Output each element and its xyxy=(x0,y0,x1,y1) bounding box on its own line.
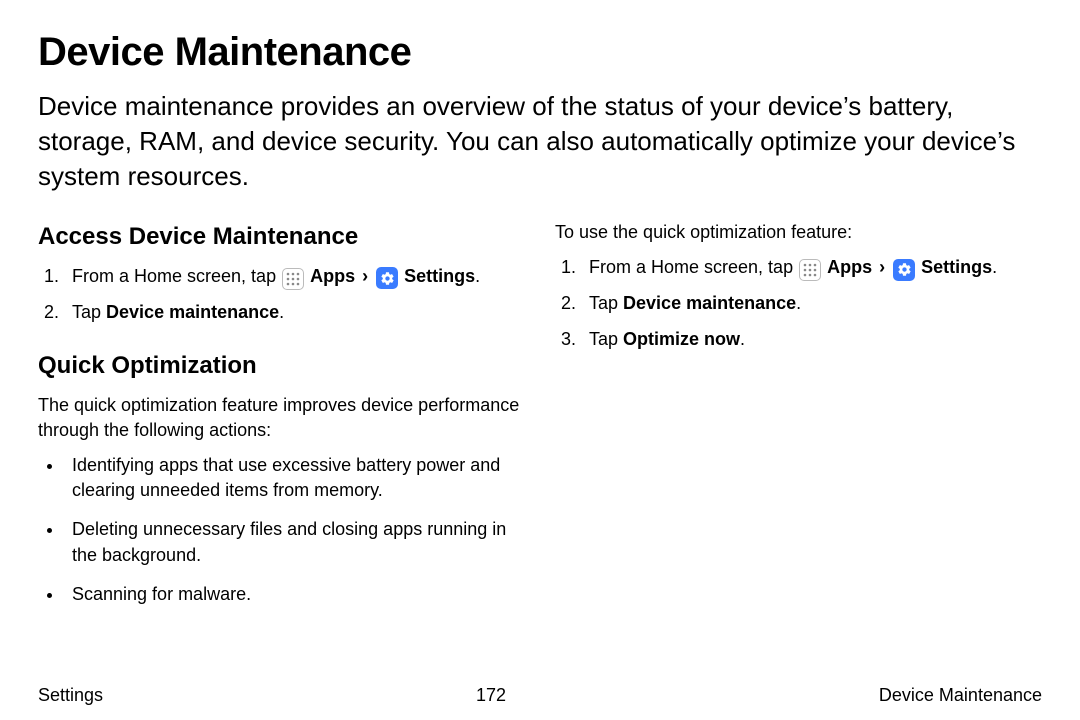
bullet-item: Identifying apps that use excessive batt… xyxy=(64,453,525,503)
intro-paragraph: Device maintenance provides an overview … xyxy=(38,89,1042,194)
quick-heading: Quick Optimization xyxy=(38,349,525,383)
right-step-1: From a Home screen, tap Apps › Settings. xyxy=(581,255,1042,281)
text: From a Home screen, tap xyxy=(72,266,281,286)
settings-label: Settings xyxy=(921,257,992,277)
right-lead: To use the quick optimization feature: xyxy=(555,220,1042,245)
right-step-2: Tap Device maintenance. xyxy=(581,291,1042,316)
text: Tap xyxy=(589,329,623,349)
apps-icon xyxy=(799,259,821,281)
text: . xyxy=(475,266,480,286)
chevron-right-icon: › xyxy=(362,266,368,286)
access-step-1: From a Home screen, tap Apps › Settings. xyxy=(64,264,525,290)
settings-label: Settings xyxy=(404,266,475,286)
text: . xyxy=(796,293,801,313)
settings-icon xyxy=(376,267,398,289)
left-column: Access Device Maintenance From a Home sc… xyxy=(38,220,525,631)
text: Device maintenance xyxy=(106,302,279,322)
quick-intro: The quick optimization feature improves … xyxy=(38,393,525,443)
text: . xyxy=(279,302,284,322)
access-heading: Access Device Maintenance xyxy=(38,220,525,254)
right-column: To use the quick optimization feature: F… xyxy=(555,220,1042,631)
apps-label: Apps xyxy=(310,266,355,286)
text: . xyxy=(740,329,745,349)
access-step-2: Tap Device maintenance. xyxy=(64,300,525,325)
apps-icon xyxy=(282,268,304,290)
apps-label: Apps xyxy=(827,257,872,277)
page-number: 172 xyxy=(476,685,506,706)
bullet-item: Scanning for malware. xyxy=(64,582,525,607)
footer-left: Settings xyxy=(38,685,103,706)
right-step-3: Tap Optimize now. xyxy=(581,327,1042,352)
bullet-item: Deleting unnecessary files and closing a… xyxy=(64,517,525,567)
text: From a Home screen, tap xyxy=(589,257,798,277)
text: Optimize now xyxy=(623,329,740,349)
footer-right: Device Maintenance xyxy=(879,685,1042,706)
page-footer: Settings 172 Device Maintenance xyxy=(38,685,1042,706)
settings-icon xyxy=(893,259,915,281)
chevron-right-icon: › xyxy=(879,257,885,277)
text: Tap xyxy=(589,293,623,313)
text: Tap xyxy=(72,302,106,322)
text: . xyxy=(992,257,997,277)
content-columns: Access Device Maintenance From a Home sc… xyxy=(38,220,1042,631)
text: Device maintenance xyxy=(623,293,796,313)
page-title: Device Maintenance xyxy=(38,30,1042,75)
